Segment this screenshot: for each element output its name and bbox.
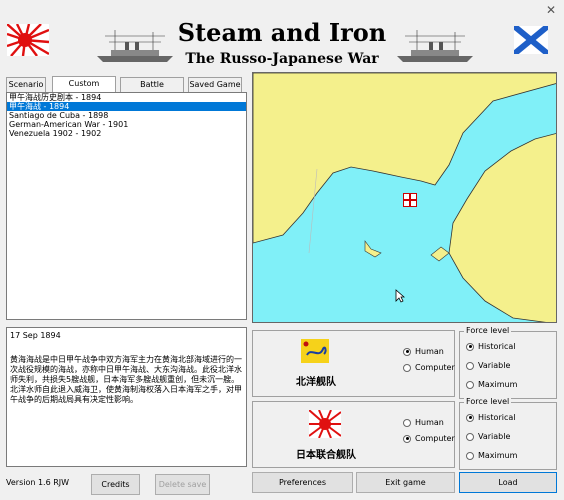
side-name: 日本联合舰队: [296, 450, 356, 461]
radio-button[interactable]: [466, 413, 474, 422]
scenario-list[interactable]: 甲午海战历史剧本 - 1894 甲午海战 - 1894 Santiago de …: [6, 92, 247, 320]
control-human[interactable]: Human: [403, 347, 444, 356]
radio-label: Variable: [478, 361, 511, 370]
radio-button[interactable]: [403, 363, 411, 372]
tab-scenario[interactable]: Scenario: [6, 77, 46, 92]
force-variable[interactable]: Variable: [466, 432, 510, 441]
scenario-item[interactable]: Venezuela 1902 - 1902: [7, 129, 246, 138]
app-title: Steam and Iron: [177, 18, 387, 47]
scenario-body: 黄海海战是中日甲午战争中双方海军主力在黄海北部海域进行的一次战役规模的海战，亦称…: [10, 355, 242, 404]
radio-button[interactable]: [466, 451, 474, 460]
side-panel-japan: 日本联合舰队 Human Computer: [252, 401, 455, 468]
radio-button[interactable]: [466, 361, 474, 370]
radio-button[interactable]: [466, 342, 474, 351]
mouse-cursor-icon: [395, 289, 405, 303]
credits-button[interactable]: Credits: [91, 474, 140, 495]
scenario-date: 17 Sep 1894: [10, 331, 61, 340]
scenario-description: 17 Sep 1894 黄海海战是中日甲午战争中双方海军主力在黄海北部海域进行的…: [6, 327, 247, 467]
scenario-item[interactable]: Santiago de Cuba - 1898: [7, 111, 246, 120]
load-button[interactable]: Load: [459, 472, 557, 493]
force-level-title: Force level: [464, 326, 512, 335]
scenario-item-selected[interactable]: 甲午海战 - 1894: [7, 102, 246, 111]
tab-saved-game[interactable]: Saved Game: [188, 77, 242, 92]
window-close-button[interactable]: ✕: [546, 3, 556, 17]
control-computer[interactable]: Computer: [403, 363, 455, 372]
radio-label: Computer: [415, 434, 455, 443]
qing-dragon-flag-icon: [301, 339, 329, 363]
radio-label: Historical: [478, 413, 516, 422]
force-level-title: Force level: [464, 397, 512, 406]
radio-label: Human: [415, 418, 444, 427]
radio-button[interactable]: [403, 418, 411, 427]
fleet-marker-icon[interactable]: [403, 193, 417, 207]
side-panel-beiyang: 北洋舰队 Human Computer: [252, 330, 455, 397]
force-level-group: Force level Historical Variable Maximum: [459, 326, 557, 399]
scenario-item[interactable]: 甲午海战历史剧本 - 1894: [7, 93, 246, 102]
app-subtitle: The Russo-Japanese War: [185, 51, 379, 67]
radio-label: Historical: [478, 342, 516, 351]
force-level-group: Force level Historical Variable Maximum: [459, 397, 557, 470]
rising-sun-flag-icon: [309, 410, 341, 438]
control-computer[interactable]: Computer: [403, 434, 455, 443]
force-maximum[interactable]: Maximum: [466, 380, 517, 389]
tab-battle-generator[interactable]: Battle Generator: [120, 77, 184, 103]
scenario-item[interactable]: German-American War - 1901: [7, 120, 246, 129]
side-name: 北洋舰队: [296, 377, 336, 388]
tab-custom-scenario[interactable]: Custom Scenario: [52, 76, 116, 102]
radio-button[interactable]: [466, 432, 474, 441]
radio-label: Human: [415, 347, 444, 356]
battle-map[interactable]: [252, 72, 557, 323]
radio-button[interactable]: [403, 434, 411, 443]
radio-label: Variable: [478, 432, 511, 441]
force-variable[interactable]: Variable: [466, 361, 510, 370]
delete-save-button[interactable]: Delete save: [155, 474, 210, 495]
force-historical[interactable]: Historical: [466, 342, 515, 351]
radio-button[interactable]: [403, 347, 411, 356]
version-label: Version 1.6 RJW: [6, 478, 70, 487]
exit-game-button[interactable]: Exit game: [356, 472, 455, 493]
force-historical[interactable]: Historical: [466, 413, 515, 422]
radio-label: Maximum: [478, 451, 518, 460]
preferences-button[interactable]: Preferences: [252, 472, 353, 493]
radio-label: Computer: [415, 363, 455, 372]
force-maximum[interactable]: Maximum: [466, 451, 517, 460]
control-human[interactable]: Human: [403, 418, 444, 427]
radio-label: Maximum: [478, 380, 518, 389]
radio-button[interactable]: [466, 380, 474, 389]
